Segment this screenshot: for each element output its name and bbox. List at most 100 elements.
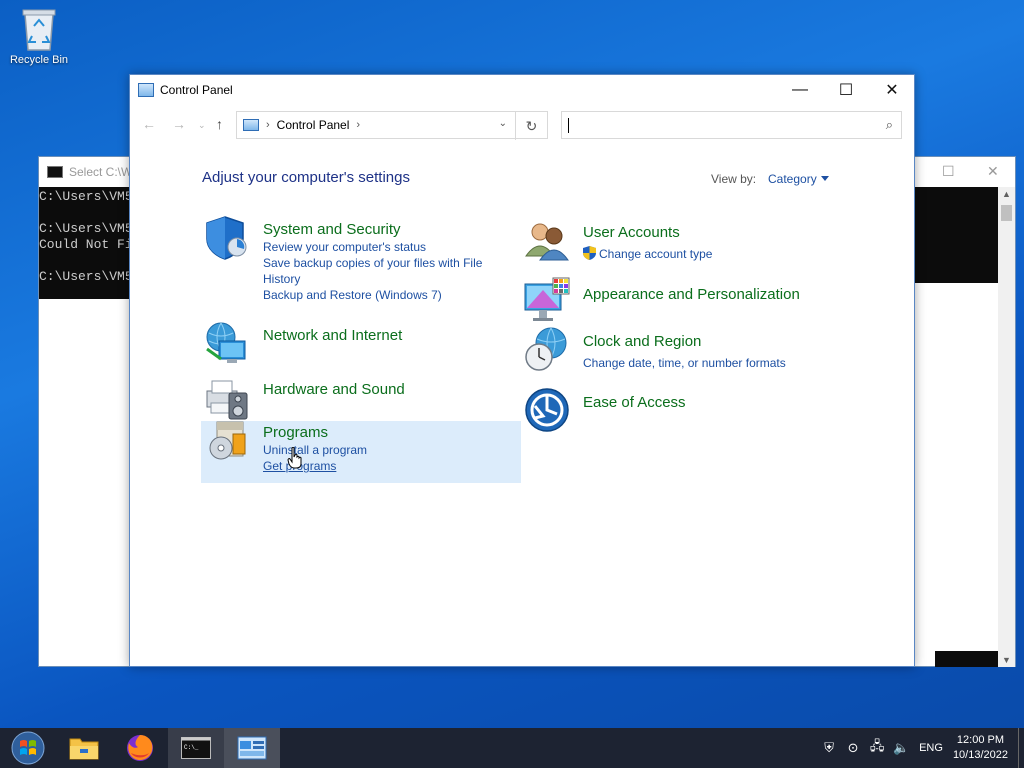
- cmd-scrollbar[interactable]: ▲ ▼: [998, 187, 1015, 667]
- category-ease-of-access: Ease of Access: [525, 388, 863, 432]
- link-change-account-type[interactable]: Change account type: [599, 247, 712, 261]
- clock-date: 10/13/2022: [952, 749, 1008, 761]
- hand-cursor-icon: [287, 446, 303, 469]
- minimize-icon: —: [792, 81, 808, 98]
- close-icon: ✕: [885, 82, 899, 99]
- recycle-bin-desktop-icon[interactable]: Recycle Bin: [4, 6, 74, 66]
- firefox-icon: [127, 735, 153, 761]
- minimize-button[interactable]: —: [777, 75, 823, 105]
- printer-speaker-icon: [203, 373, 251, 421]
- window-title: Control Panel: [160, 83, 233, 97]
- category-user-accounts: User Accounts Change account type: [525, 223, 863, 262]
- link-change-account-type-row: Change account type: [583, 246, 863, 262]
- refresh-icon: ↻: [525, 117, 538, 134]
- cmd-close-icon[interactable]: ✕: [987, 163, 999, 180]
- control-panel-app-icon: [138, 83, 154, 97]
- cmd-console-area: [935, 651, 999, 667]
- address-row: ← → ⌄ ↑ › Control Panel › ⌄ ↻ ⌕: [130, 111, 914, 140]
- category-title-hardware-sound[interactable]: Hardware and Sound: [263, 381, 503, 399]
- link-change-date-formats[interactable]: Change date, time, or number formats: [583, 355, 863, 371]
- control-panel-breadcrumb-icon: [243, 119, 259, 131]
- maximize-icon: ☐: [838, 82, 854, 99]
- view-by-dropdown[interactable]: Category: [768, 172, 829, 186]
- svg-text:C:\_: C:\_: [184, 744, 199, 751]
- cmd-icon: C:\_: [181, 737, 211, 759]
- network-tray-icon[interactable]: 🖧: [867, 737, 887, 759]
- scrollbar-thumb[interactable]: [1001, 205, 1012, 221]
- taskbar-clock[interactable]: 12:00 PM 10/13/2022: [953, 733, 1008, 763]
- language-indicator[interactable]: ENG: [919, 742, 943, 754]
- category-title-user-accounts[interactable]: User Accounts: [583, 224, 863, 242]
- search-input[interactable]: [568, 112, 868, 138]
- security-shield-tray-icon[interactable]: ⛨: [819, 740, 839, 756]
- back-arrow-icon[interactable]: ←: [142, 116, 156, 132]
- view-by-label: View by:: [711, 172, 757, 186]
- cmd-line: [39, 253, 129, 269]
- dropdown-triangle-icon: [820, 176, 829, 181]
- control-panel-icon: [237, 736, 267, 760]
- cmd-line: C:\Users\VM5: [39, 269, 129, 284]
- category-title-clock-region[interactable]: Clock and Region: [583, 333, 863, 351]
- network-globe-icon: [203, 319, 251, 367]
- address-bar[interactable]: › Control Panel › ⌄ ↻: [236, 111, 548, 140]
- up-arrow-icon[interactable]: ↑: [216, 116, 223, 132]
- ease-of-access-icon: [523, 386, 571, 434]
- system-tray: ⛨ ⊙ 🖧 🔈 ENG 12:00 PM 10/13/2022: [817, 728, 1024, 768]
- link-file-history[interactable]: Save backup copies of your files with Fi…: [263, 255, 503, 287]
- scroll-up-icon[interactable]: ▲: [998, 189, 1015, 199]
- breadcrumb-chevron-icon[interactable]: ›: [356, 119, 360, 131]
- page-heading: Adjust your computer's settings: [202, 169, 410, 186]
- uac-shield-icon: [583, 246, 596, 260]
- search-box[interactable]: ⌕: [561, 111, 902, 139]
- taskbar-file-explorer[interactable]: [56, 728, 112, 768]
- volume-tray-icon[interactable]: 🔈: [891, 740, 911, 756]
- cmd-line: [39, 205, 129, 221]
- link-review-status[interactable]: Review your computer's status: [263, 239, 503, 255]
- category-title-ease-of-access[interactable]: Ease of Access: [583, 394, 863, 412]
- recycle-bin-icon: [19, 6, 59, 52]
- link-backup-restore[interactable]: Backup and Restore (Windows 7): [263, 287, 503, 303]
- taskbar-control-panel[interactable]: [224, 728, 280, 768]
- start-button[interactable]: [0, 728, 56, 768]
- refresh-button[interactable]: ↻: [515, 112, 547, 140]
- monitor-palette-icon: [523, 276, 571, 324]
- clock-time: 12:00 PM: [956, 734, 1005, 746]
- search-icon[interactable]: ⌕: [886, 117, 893, 133]
- users-icon: [523, 216, 571, 264]
- taskbar-cmd[interactable]: C:\_: [168, 728, 224, 768]
- breadcrumb-chevron-icon[interactable]: ›: [266, 119, 270, 131]
- maximize-button[interactable]: ☐: [823, 75, 869, 105]
- address-dropdown-icon[interactable]: ⌄: [499, 118, 507, 129]
- control-panel-window[interactable]: Control Panel — ☐ ✕ ← → ⌄ ↑ › Control Pa…: [129, 74, 915, 667]
- cmd-maximize-icon[interactable]: ☐: [942, 163, 955, 180]
- show-desktop-button[interactable]: [1018, 728, 1024, 768]
- category-title-system-security[interactable]: System and Security: [263, 221, 503, 239]
- category-system-security: System and Security Review your computer…: [206, 216, 503, 303]
- close-button[interactable]: ✕: [869, 75, 915, 105]
- category-title-network-internet[interactable]: Network and Internet: [263, 327, 503, 345]
- location-tray-icon[interactable]: ⊙: [843, 740, 863, 756]
- forward-arrow-icon[interactable]: →: [172, 116, 186, 132]
- cmd-window-icon: [47, 166, 63, 178]
- shield-icon: [203, 213, 251, 261]
- category-hardware-sound: Hardware and Sound: [206, 380, 503, 420]
- programs-disc-icon: [203, 416, 251, 464]
- view-by-value: Category: [768, 172, 817, 186]
- category-title-programs[interactable]: Programs: [263, 424, 503, 442]
- recent-locations-chevron-icon[interactable]: ⌄: [198, 120, 206, 131]
- taskbar-firefox[interactable]: [112, 728, 168, 768]
- cmd-console-area: [915, 187, 999, 283]
- clock-globe-icon: [523, 325, 571, 373]
- cmd-line: Could Not Fi: [39, 237, 129, 252]
- file-explorer-icon: [69, 738, 99, 760]
- scroll-down-icon[interactable]: ▼: [998, 655, 1015, 665]
- breadcrumb-control-panel[interactable]: Control Panel: [277, 118, 350, 132]
- cmd-console-output: C:\Users\VM5 C:\Users\VM5 Could Not Fi C:…: [39, 187, 129, 299]
- start-orb-icon: [11, 731, 45, 765]
- text-caret: [568, 118, 569, 133]
- category-title-appearance[interactable]: Appearance and Personalization: [583, 286, 863, 304]
- cmd-line: C:\Users\VM5: [39, 189, 129, 204]
- taskbar: C:\_ ⛨ ⊙ 🖧 🔈 ENG 12:00 PM 10/13/2022: [0, 728, 1024, 768]
- recycle-bin-label: Recycle Bin: [9, 54, 69, 66]
- category-clock-region: Clock and Region Change date, time, or n…: [525, 327, 863, 371]
